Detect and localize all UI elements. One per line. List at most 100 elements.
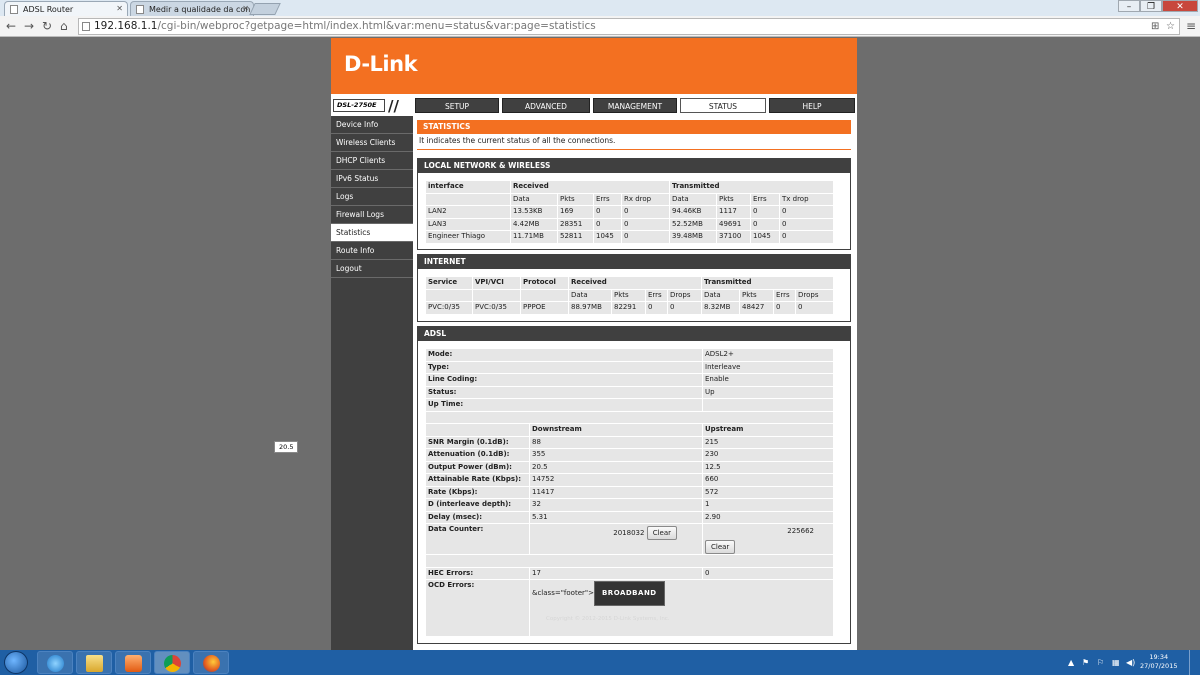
taskbar-firefox[interactable] [193,651,229,674]
th-protocol: Protocol [521,277,568,289]
start-button[interactable] [4,651,28,674]
th-tx-drop: Tx drop [780,193,833,205]
clear-upstream-button[interactable]: Clear [705,540,736,554]
page-icon [82,22,90,31]
th-data: Data [511,193,557,205]
table-row: Line Coding: Enable [426,374,833,386]
lan-table: interface Received Transmitted Data Pkts… [425,180,834,244]
th-rx-drop: Rx drop [622,193,669,205]
ocd-footer-text: &class="footer"> [532,589,594,597]
hamburger-menu-icon[interactable]: ≡ [1186,19,1196,33]
table-row: Type: Interleave [426,361,833,373]
close-tab-icon[interactable]: ✕ [116,4,123,13]
page-icon [10,5,18,14]
dlink-logo: D-Link [344,52,418,76]
table-row: Mode: ADSL2+ [426,349,833,361]
minimize-button[interactable]: – [1118,0,1140,12]
sidebar-item-firewall-logs[interactable]: Firewall Logs [331,206,413,224]
internet-table: Service VPI/VCI Protocol Received Transm… [425,276,834,315]
header-banner: D-Link [331,38,857,94]
sidebar-item-dhcp-clients[interactable]: DHCP Clients [331,152,413,170]
nav-status[interactable]: STATUS [680,98,766,113]
sidebar-item-ipv6-status[interactable]: IPv6 Status [331,170,413,188]
url-host: 192.168.1.1 [94,20,158,32]
back-arrow-icon[interactable]: ← [6,19,16,33]
ocd-row: OCD Errors: &class="footer"> BROADBAND Co… [426,580,833,636]
table-row: Attenuation (0.1dB): 355 230 [426,449,833,461]
broadband-logo: BROADBAND [593,581,665,606]
th-received: Received [569,277,701,289]
th-pkts: Pkts [558,193,593,205]
table-row: Output Power (dBm): 20.5 12.5 [426,461,833,473]
sidebar-item-logout[interactable]: Logout [331,260,413,278]
taskbar-internet-explorer[interactable] [37,651,73,674]
maximize-button[interactable]: ❐ [1140,0,1162,12]
table-row: Attainable Rate (Kbps): 14752 660 [426,474,833,486]
taskbar-media-player[interactable] [115,651,151,674]
nav-help[interactable]: HELP [769,98,855,113]
th-pkts: Pkts [717,193,750,205]
nav-advanced[interactable]: ADVANCED [502,98,590,113]
media-player-icon [125,655,142,672]
lan-panel: LOCAL NETWORK & WIRELESS interface Recei… [417,158,851,250]
network-icon[interactable]: ▦ [1112,658,1120,667]
internet-panel-title: INTERNET [418,255,850,269]
volume-icon[interactable]: ◀) [1126,658,1135,667]
nav-management[interactable]: MANAGEMENT [593,98,677,113]
windows-flag-icon[interactable]: ⚑ [1082,658,1089,667]
th-transmitted: Transmitted [670,181,833,193]
model-badge: DSL-2750E [333,99,385,112]
taskbar-file-explorer[interactable] [76,651,112,674]
table-row: D (interleave depth): 32 1 [426,499,833,511]
lan-panel-title: LOCAL NETWORK & WIRELESS [418,159,850,173]
section-description: It indicates the current status of all t… [419,136,616,145]
show-hidden-icons[interactable]: ▲ [1068,658,1074,667]
close-tab-icon[interactable]: ✕ [242,4,249,13]
adsl-panel-title: ADSL [418,327,850,341]
sidebar-item-logs[interactable]: Logs [331,188,413,206]
sidebar-item-statistics[interactable]: Statistics [331,224,413,242]
router-page: D-Link DSL-2750E // SETUP ADVANCED MANAG… [331,38,857,650]
home-icon[interactable]: ⌂ [60,19,68,33]
table-row: LAN2 13.53KB 169 0 0 94.46KB 1117 0 0 [426,206,833,218]
divider [417,149,851,150]
tab-medir-qualidade[interactable]: Medir a qualidade da con ✕ [130,1,254,16]
table-row: Up Time: [426,399,833,411]
table-header-row: Downstream Upstream [426,424,833,436]
close-window-button[interactable]: ✕ [1162,0,1198,12]
table-row: Rate (Kbps): 11417 572 [426,486,833,498]
adsl-table: Mode: ADSL2+ Type: Interleave Line Coding:… [425,348,834,637]
slash-decoration: // [388,97,399,115]
nav-setup[interactable]: SETUP [415,98,499,113]
th-downstream: Downstream [530,424,702,436]
spacer-row [426,411,833,423]
table-row: Status: Up [426,386,833,398]
translate-icon[interactable]: ⊞ [1151,19,1159,34]
table-header-row: Data Pkts Errs Rx drop Data Pkts Errs Tx… [426,193,833,205]
sidebar-item-wireless-clients[interactable]: Wireless Clients [331,134,413,152]
sidebar-item-route-info[interactable]: Route Info [331,242,413,260]
taskbar-clock[interactable]: 19:34 27/07/2015 [1140,653,1177,671]
action-center-icon[interactable]: ⚐ [1097,658,1104,667]
data-counter-row: Data Counter: 2018032 Clear 225662 Clear [426,524,833,554]
clock-time: 19:34 [1149,653,1169,661]
sidebar-item-device-info[interactable]: Device Info [331,116,413,134]
show-desktop-button[interactable] [1189,650,1200,675]
table-row: PVC:0/35 PVC:0/35 PPPOE 88.97MB 82291 0 0 8.32M… [426,302,833,314]
th-interface: interface [426,181,510,193]
reload-icon[interactable]: ↻ [42,19,52,33]
th-transmitted: Transmitted [702,277,833,289]
taskbar-chrome[interactable] [154,651,190,674]
forward-arrow-icon[interactable]: → [24,19,34,33]
data-counter-upstream: 225662 [787,527,814,535]
clock-date: 27/07/2015 [1140,662,1178,670]
bookmark-star-icon[interactable]: ☆ [1166,19,1175,34]
table-row: SNR Margin (0.1dB): 88 215 [426,436,833,448]
new-tab-button[interactable] [249,3,281,15]
table-row: Delay (msec): 5.31 2.90 [426,511,833,523]
th-service: Service [426,277,472,289]
clear-downstream-button[interactable]: Clear [646,526,677,540]
url-input[interactable]: 192.168.1.1/cgi-bin/webproc?getpage=html… [78,18,1180,35]
copyright-text: Copyright © 2012-2015 D-Link Systems, In… [546,616,670,622]
tab-adsl-router[interactable]: ADSL Router ✕ [4,1,128,16]
